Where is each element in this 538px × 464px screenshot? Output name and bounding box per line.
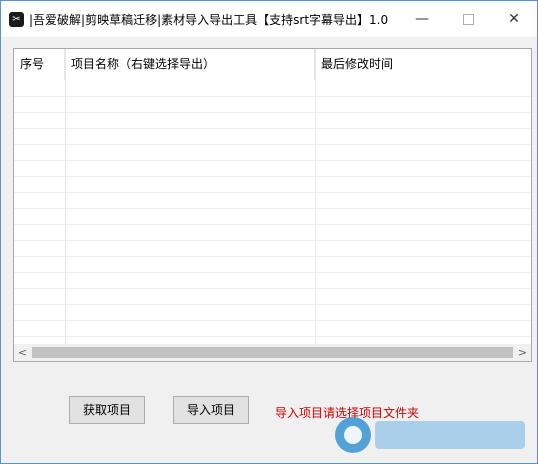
row-separator [14,192,531,193]
import-project-button[interactable]: 导入项目 [173,396,249,424]
scroll-left-icon[interactable]: < [14,344,31,361]
get-projects-button[interactable]: 获取项目 [69,396,145,424]
row-separator [14,272,531,273]
row-separator [14,256,531,257]
row-separator [14,112,531,113]
row-separator [14,208,531,209]
column-header-index[interactable]: 序号 [14,49,65,80]
row-separator [14,304,531,305]
row-separator [14,144,531,145]
window-title: |吾爱破解|剪映草稿迁移|素材导入导出工具【支持srt字幕导出】1.0 [29,13,389,27]
column-header-modified-time[interactable]: 最后修改时间 [315,49,531,80]
row-separator [14,320,531,321]
row-separator [14,96,531,97]
row-separator [14,160,531,161]
list-header: 序号 项目名称（右键选择导出） 最后修改时间 [14,49,531,80]
close-icon: ✕ [508,11,520,27]
row-separator [14,288,531,289]
horizontal-scrollbar[interactable]: < > [14,344,531,361]
app-window: ✂ |吾爱破解|剪映草稿迁移|素材导入导出工具【支持srt字幕导出】1.0 — … [0,0,538,464]
minimize-icon: — [415,11,429,27]
row-separator [14,240,531,241]
column-divider [65,49,66,345]
row-separator [14,128,531,129]
project-list[interactable]: 序号 项目名称（右键选择导出） 最后修改时间 < > [13,48,532,362]
row-separator [14,224,531,225]
maximize-button[interactable] [445,1,491,37]
row-separator [14,336,531,337]
maximize-icon [462,13,474,25]
column-divider [315,49,316,345]
scroll-right-icon[interactable]: > [514,344,531,361]
hint-text: 导入项目请选择项目文件夹 [275,406,420,420]
scrollbar-thumb[interactable] [32,347,513,358]
column-header-project-name[interactable]: 项目名称（右键选择导出） [65,49,315,80]
capcut-app-icon: ✂ [9,12,24,27]
row-separator [14,176,531,177]
close-button[interactable]: ✕ [491,1,537,37]
list-body[interactable] [14,80,531,345]
minimize-button[interactable]: — [399,1,445,37]
title-bar[interactable]: ✂ |吾爱破解|剪映草稿迁移|素材导入导出工具【支持srt字幕导出】1.0 — … [1,1,537,38]
